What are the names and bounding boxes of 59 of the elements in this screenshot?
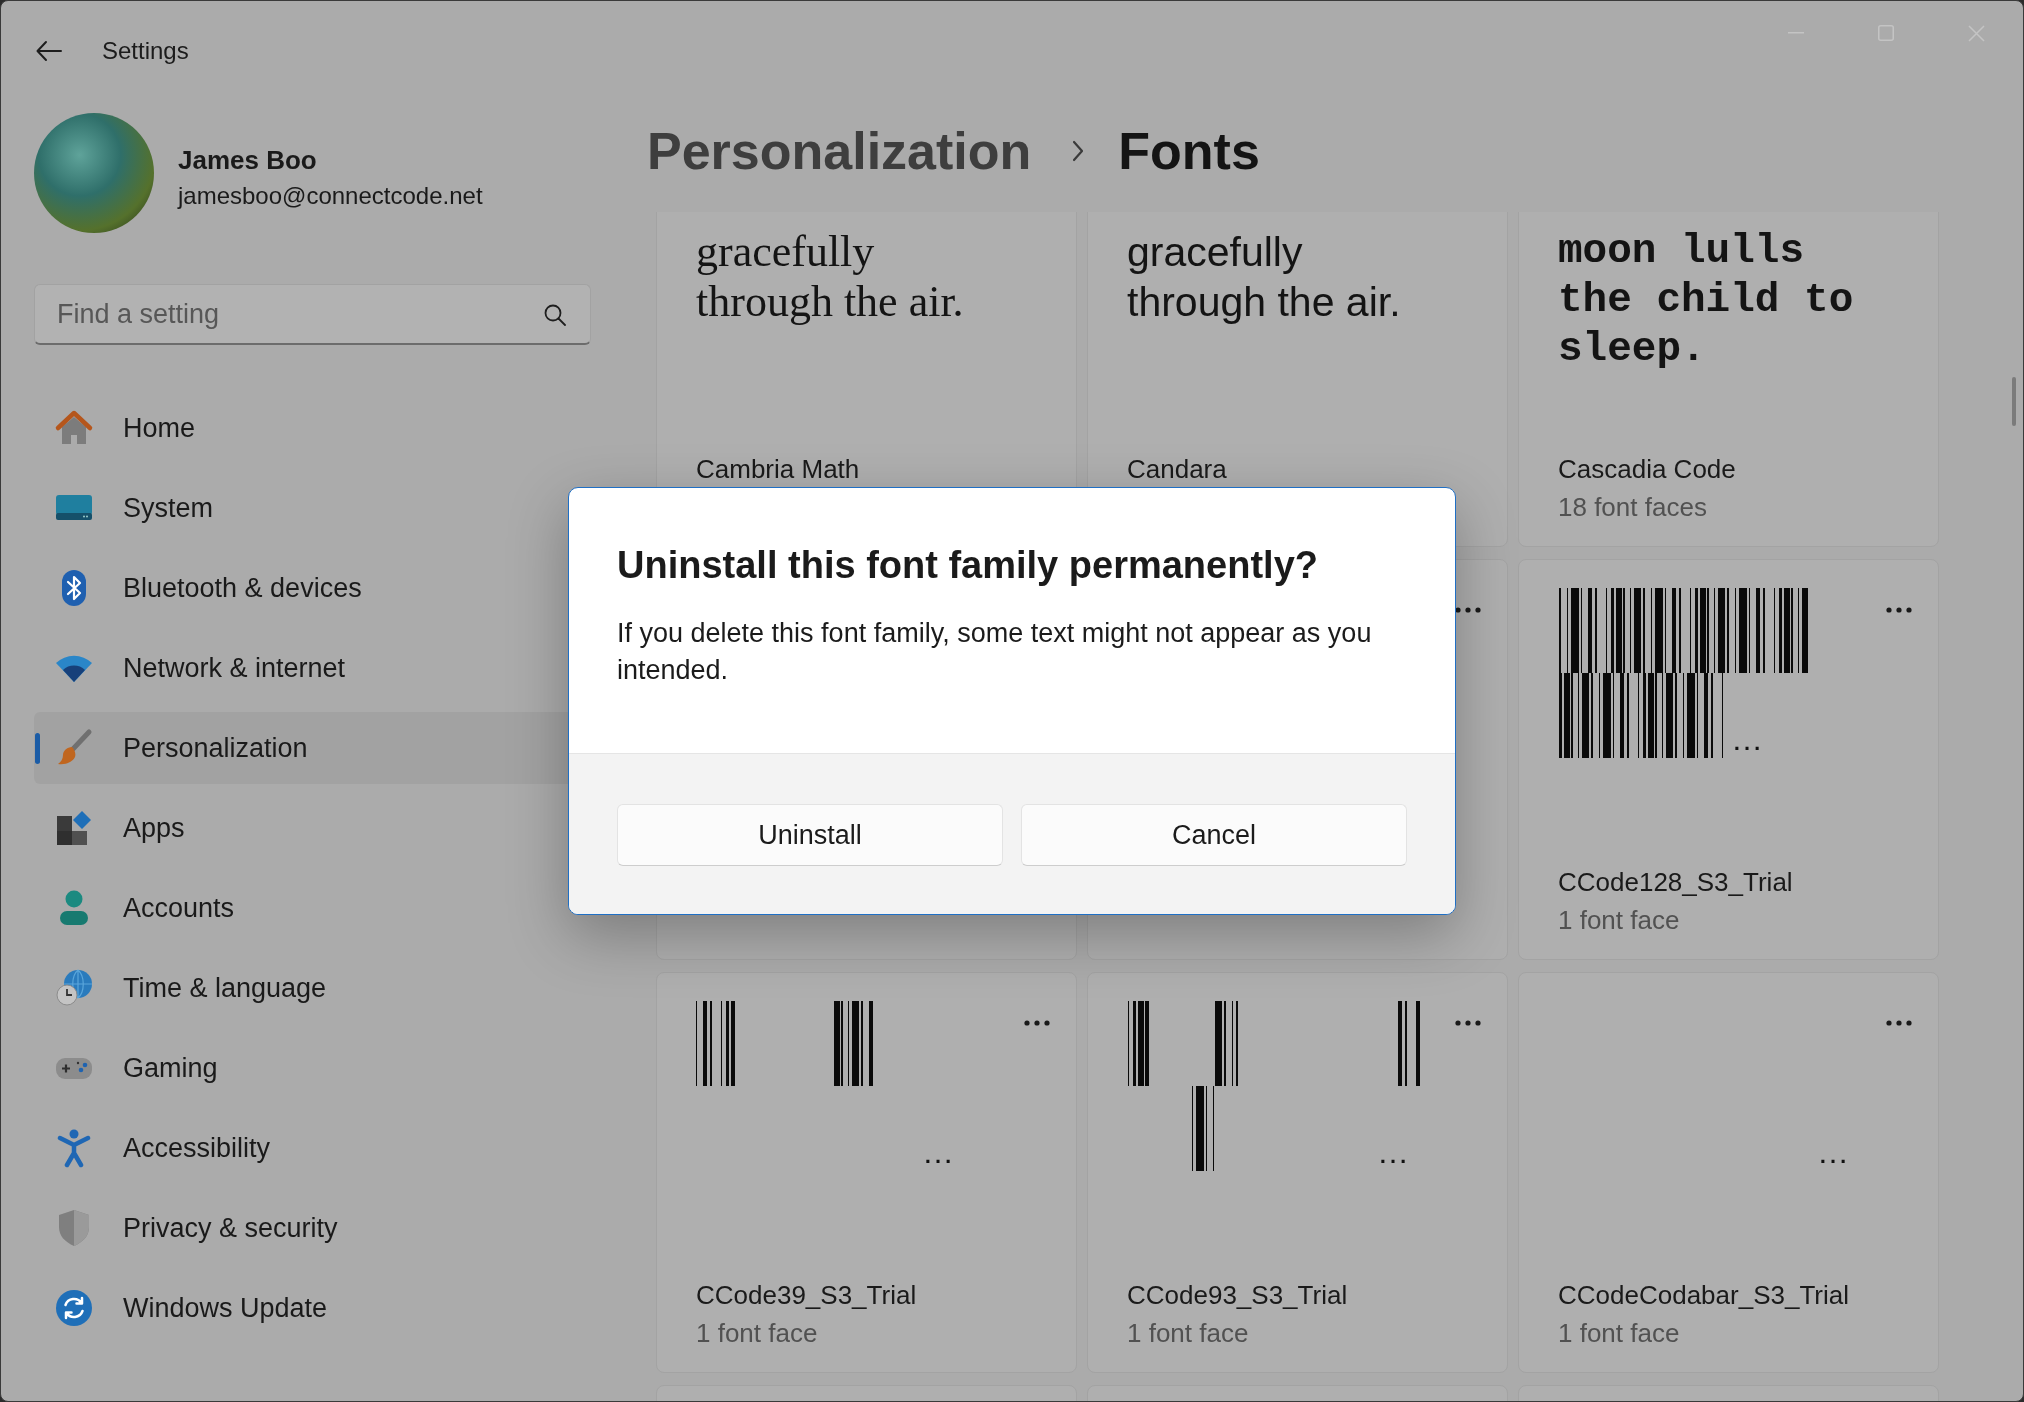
chevron-right-icon — [1072, 140, 1085, 162]
font-name: CCode39_S3_Trial — [696, 1279, 917, 1311]
nav-item[interactable]: Privacy & security — [34, 1192, 610, 1264]
font-card[interactable]: moon lulls the child to sleep. Cascadia Code 18 font faces — [1518, 212, 1939, 547]
more-icon — [1886, 1020, 1912, 1026]
truncation-ellipsis: … — [1377, 1136, 1409, 1168]
dialog-button[interactable]: Uninstall — [617, 804, 1003, 866]
more-icon — [1455, 1020, 1481, 1026]
scrollbar-thumb[interactable] — [2012, 377, 2016, 426]
selection-indicator — [35, 732, 40, 764]
search-field[interactable]: Find a setting — [34, 284, 591, 345]
font-name: Candara — [1127, 453, 1227, 485]
app-title: Settings — [102, 36, 189, 65]
breadcrumb-link[interactable]: Personalization — [647, 119, 1032, 183]
arrow-left-icon — [36, 39, 62, 62]
more-icon — [1455, 607, 1481, 613]
more-icon — [1886, 607, 1912, 613]
nav-item[interactable]: Apps — [34, 792, 610, 864]
font-name: CCodeCodabar_S3_Trial — [1558, 1279, 1849, 1311]
apps-icon — [54, 808, 94, 848]
truncation-ellipsis: … — [1817, 1136, 1849, 1168]
close-icon — [1967, 24, 1985, 42]
font-face-count: 18 font faces — [1558, 491, 1707, 523]
font-preview-text: moon lulls the child to sleep. — [1558, 227, 1854, 374]
nav-item[interactable]: Gaming — [34, 1032, 610, 1104]
font-card[interactable]: … CCode128_S3_Trial 1 font face — [1518, 559, 1939, 960]
font-name: Cascadia Code — [1558, 453, 1736, 485]
nav-item[interactable]: Time & language — [34, 952, 610, 1024]
font-card[interactable]: … CCode93_S3_Trial 1 font face — [1087, 972, 1508, 1373]
dialog-button[interactable]: Cancel — [1021, 804, 1407, 866]
dialog-message: If you delete this font family, some text might not appear as you intended. — [617, 617, 1373, 687]
nav-item[interactable]: Accounts — [34, 872, 610, 944]
more-icon — [1024, 1020, 1050, 1026]
user-name: James Boo — [178, 143, 318, 177]
font-preview-text: gracefully through the air. — [696, 227, 964, 327]
font-card[interactable]: … CCodeCodabar_S3_Trial 1 font face — [1518, 972, 1939, 1373]
font-name: Cambria Math — [696, 453, 860, 485]
font-name: CCode93_S3_Trial — [1127, 1279, 1348, 1311]
font-name: CCode128_S3_Trial — [1558, 866, 1793, 898]
nav-item[interactable]: Windows Update — [34, 1272, 610, 1344]
page-title: Fonts — [1118, 121, 1260, 182]
font-face-count: 1 font face — [1558, 904, 1680, 936]
nav-item[interactable]: Home — [34, 392, 610, 464]
font-face-count: 1 font face — [1127, 1317, 1249, 1349]
sync-icon — [54, 1288, 94, 1328]
font-preview-text: gracefully through the air. — [1127, 228, 1401, 327]
font-face-count: 1 font face — [696, 1317, 818, 1349]
font-face-count: 1 font face — [1558, 1317, 1680, 1349]
font-card[interactable]: … CCode39_S3_Trial 1 font face — [656, 972, 1077, 1373]
globe-clock-icon — [54, 968, 94, 1008]
nav-item[interactable]: Network & internet — [34, 632, 610, 704]
truncation-ellipsis: … — [1731, 723, 1763, 755]
nav-item[interactable]: Accessibility — [34, 1112, 610, 1184]
user-email: jamesboo@connectcode.net — [178, 180, 483, 211]
maximize-icon — [1878, 25, 1894, 41]
nav-item[interactable]: Bluetooth & devices — [34, 552, 610, 624]
search-icon — [544, 304, 566, 326]
truncation-ellipsis: … — [922, 1136, 954, 1168]
nav-item[interactable]: System — [34, 472, 610, 544]
